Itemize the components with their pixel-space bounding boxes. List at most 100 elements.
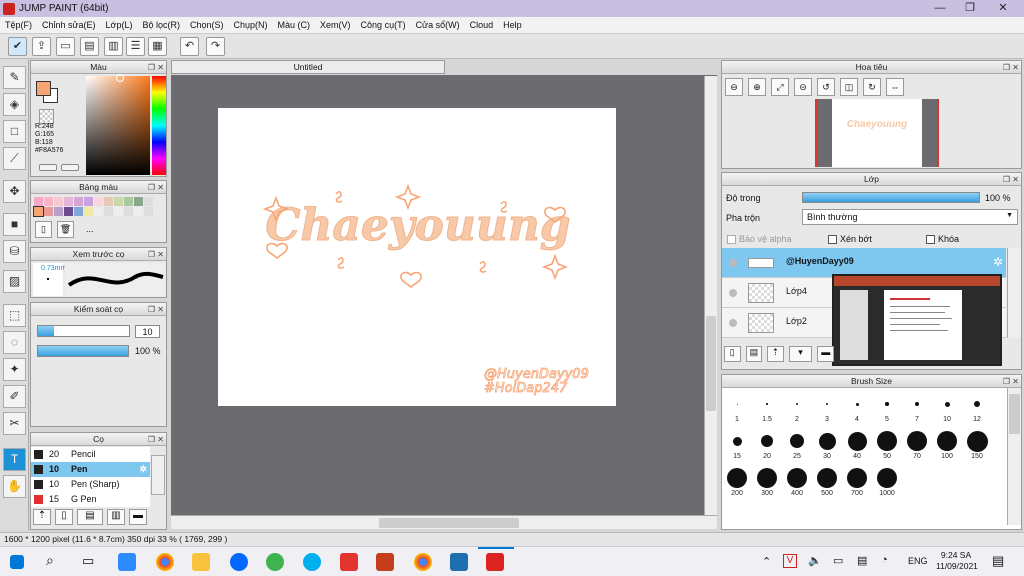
layer-list-scrollbar[interactable] [1007, 248, 1021, 338]
magic-wand-icon[interactable]: ✦ [3, 358, 26, 381]
panel-controls-icon[interactable]: ❐ ✕ [148, 182, 164, 194]
brush-size-option[interactable]: 1 [722, 392, 752, 427]
canvas-vertical-scrollbar[interactable] [704, 76, 717, 515]
brush-size-option[interactable]: 300 [752, 466, 782, 501]
brush-size-option[interactable]: 1000 [872, 466, 902, 501]
file-explorer-icon[interactable] [192, 553, 210, 571]
brush-copy-icon[interactable]: ▤ [77, 509, 103, 525]
menu-color[interactable]: Màu (C) [273, 20, 316, 30]
visibility-icon[interactable] [729, 319, 737, 327]
lock-checkbox[interactable]: Khóa [926, 234, 959, 245]
minimize-button[interactable]: — [925, 0, 955, 17]
eraser-tool-icon[interactable]: ◈ [3, 93, 26, 116]
palette-more[interactable]: ... [86, 224, 94, 234]
layer-opacity-slider[interactable] [802, 192, 980, 203]
brush-size-option[interactable]: 40 [842, 429, 872, 464]
undo-icon[interactable]: ↶ [180, 37, 199, 56]
brush-size-value[interactable]: 10 [135, 325, 160, 338]
brush-size-option[interactable]: 25 [782, 429, 812, 464]
text-tool-icon[interactable]: T [3, 448, 26, 471]
zalo-icon[interactable] [230, 553, 248, 571]
move-tool-icon[interactable]: ✥ [3, 180, 26, 203]
clip-checkbox[interactable]: Xén bớt [828, 234, 872, 245]
language-indicator[interactable]: ENG [908, 556, 928, 566]
brush-size-option[interactable]: 5 [872, 392, 902, 427]
search-icon[interactable]: ⌕ [46, 552, 54, 569]
page-icon[interactable]: ▥ [104, 37, 123, 56]
gear-icon[interactable]: ✲ [993, 255, 1003, 269]
line-tool-icon[interactable]: ⟋ [3, 147, 26, 170]
comment-icon[interactable]: ▭ [56, 37, 75, 56]
chrome-icon[interactable] [156, 553, 174, 571]
brush-size-option[interactable]: 30 [812, 429, 842, 464]
network-icon[interactable]: ▤ [857, 554, 867, 567]
start-icon[interactable] [10, 555, 24, 569]
brush-size-option[interactable]: 7 [902, 392, 932, 427]
photos-icon[interactable] [450, 553, 468, 571]
vn-app-icon[interactable] [340, 553, 358, 571]
brush-size-option[interactable]: 12 [962, 392, 992, 427]
brush-list-scrollbar[interactable] [151, 455, 165, 495]
panel-controls-icon[interactable]: ❐ ✕ [148, 249, 164, 261]
unikey-icon[interactable]: V [783, 554, 797, 568]
menu-file[interactable]: Tệp(F) [0, 20, 37, 30]
list-icon[interactable]: ☰ [126, 37, 145, 56]
layer-folder-icon[interactable]: ▬ [817, 346, 834, 362]
rotate-right-icon[interactable]: ↻ [863, 78, 881, 96]
saturation-value-picker[interactable] [86, 76, 150, 175]
transparent-swatch[interactable] [39, 109, 54, 124]
fill-rect-tool-icon[interactable]: ■ [3, 213, 26, 236]
clock[interactable]: 9:24 SA 11/09/2021 [936, 550, 978, 572]
brush-size-option[interactable]: 3 [812, 392, 842, 427]
menu-filter[interactable]: Bộ lọc(R) [137, 20, 185, 30]
brush-size-option[interactable]: 15 [722, 429, 752, 464]
navigator-preview[interactable]: Chaeyouung [815, 99, 939, 167]
protect-alpha-checkbox[interactable]: Bảo vệ alpha [727, 234, 792, 245]
fit-icon[interactable]: ⤢ [771, 78, 789, 96]
brush-size-option[interactable]: 50 [872, 429, 902, 464]
brush-size-scrollbar[interactable] [1007, 388, 1021, 525]
select-eraser-icon[interactable]: ✂ [3, 412, 26, 435]
brush-tool-icon[interactable]: ✎ [3, 66, 26, 89]
chrome-icon-2[interactable] [414, 553, 432, 571]
new-layer-icon[interactable]: ▯ [724, 346, 741, 362]
menu-cloud[interactable]: Cloud [465, 20, 499, 30]
share-icon[interactable]: ⇪ [32, 37, 51, 56]
brush-settings-icon[interactable]: ▥ [107, 509, 125, 525]
panel-controls-icon[interactable]: ❐ ✕ [1003, 62, 1019, 74]
menu-edit[interactable]: Chỉnh sửa(E) [37, 20, 101, 30]
restore-button[interactable]: ❐ [955, 0, 985, 17]
brush-size-option[interactable]: 200 [722, 466, 752, 501]
brush-size-option[interactable]: 100 [932, 429, 962, 464]
menu-window[interactable]: Cửa sổ(W) [411, 20, 465, 30]
copy-layer-icon[interactable]: ⇡ [767, 346, 784, 362]
hand-tool-icon[interactable]: ✋ [3, 475, 26, 498]
brush-size-option[interactable]: 150 [962, 429, 992, 464]
canvas-horizontal-scrollbar[interactable] [171, 515, 717, 529]
brush-size-option[interactable]: 1.5 [752, 392, 782, 427]
notification-icon[interactable]: ▤ [992, 553, 1004, 569]
delete-swatch-icon[interactable]: 🗑 [57, 221, 74, 238]
gradient-tool-icon[interactable]: ▨ [3, 270, 26, 293]
rect-tool-icon[interactable]: □ [3, 120, 26, 143]
brush-item-pen-sharp[interactable]: 10 Pen (Sharp) [31, 477, 150, 492]
reset-view-icon[interactable]: ◫ [840, 78, 858, 96]
new-raster-layer-icon[interactable]: ▤ [745, 346, 763, 362]
visibility-icon[interactable] [729, 259, 737, 267]
brush-add-icon[interactable]: ⇡ [33, 509, 51, 525]
brush-new-icon[interactable]: ▯ [55, 509, 73, 525]
gear-icon[interactable]: ✲ [139, 462, 147, 477]
brush-opacity-slider[interactable] [37, 345, 129, 357]
canvas-paper[interactable]: Chaeyouung @HuyenDayy09 #HoiDap247 [218, 108, 616, 406]
grid-icon[interactable]: ▦ [148, 37, 167, 56]
volume-icon[interactable]: 🔈 [808, 554, 822, 567]
rotate-left-icon[interactable]: ↺ [817, 78, 835, 96]
zoom-out-icon[interactable]: ⊖ [725, 78, 743, 96]
brush-size-option[interactable]: 700 [842, 466, 872, 501]
brush-folder-icon[interactable]: ▬ [129, 509, 147, 525]
menu-select[interactable]: Chọn(S) [185, 20, 229, 30]
brush-size-option[interactable]: 2 [782, 392, 812, 427]
message-icon[interactable]: ▤ [80, 37, 99, 56]
brush-item-pen[interactable]: 10 Pen ✲ [31, 462, 150, 477]
color-swap-button[interactable] [61, 164, 79, 171]
